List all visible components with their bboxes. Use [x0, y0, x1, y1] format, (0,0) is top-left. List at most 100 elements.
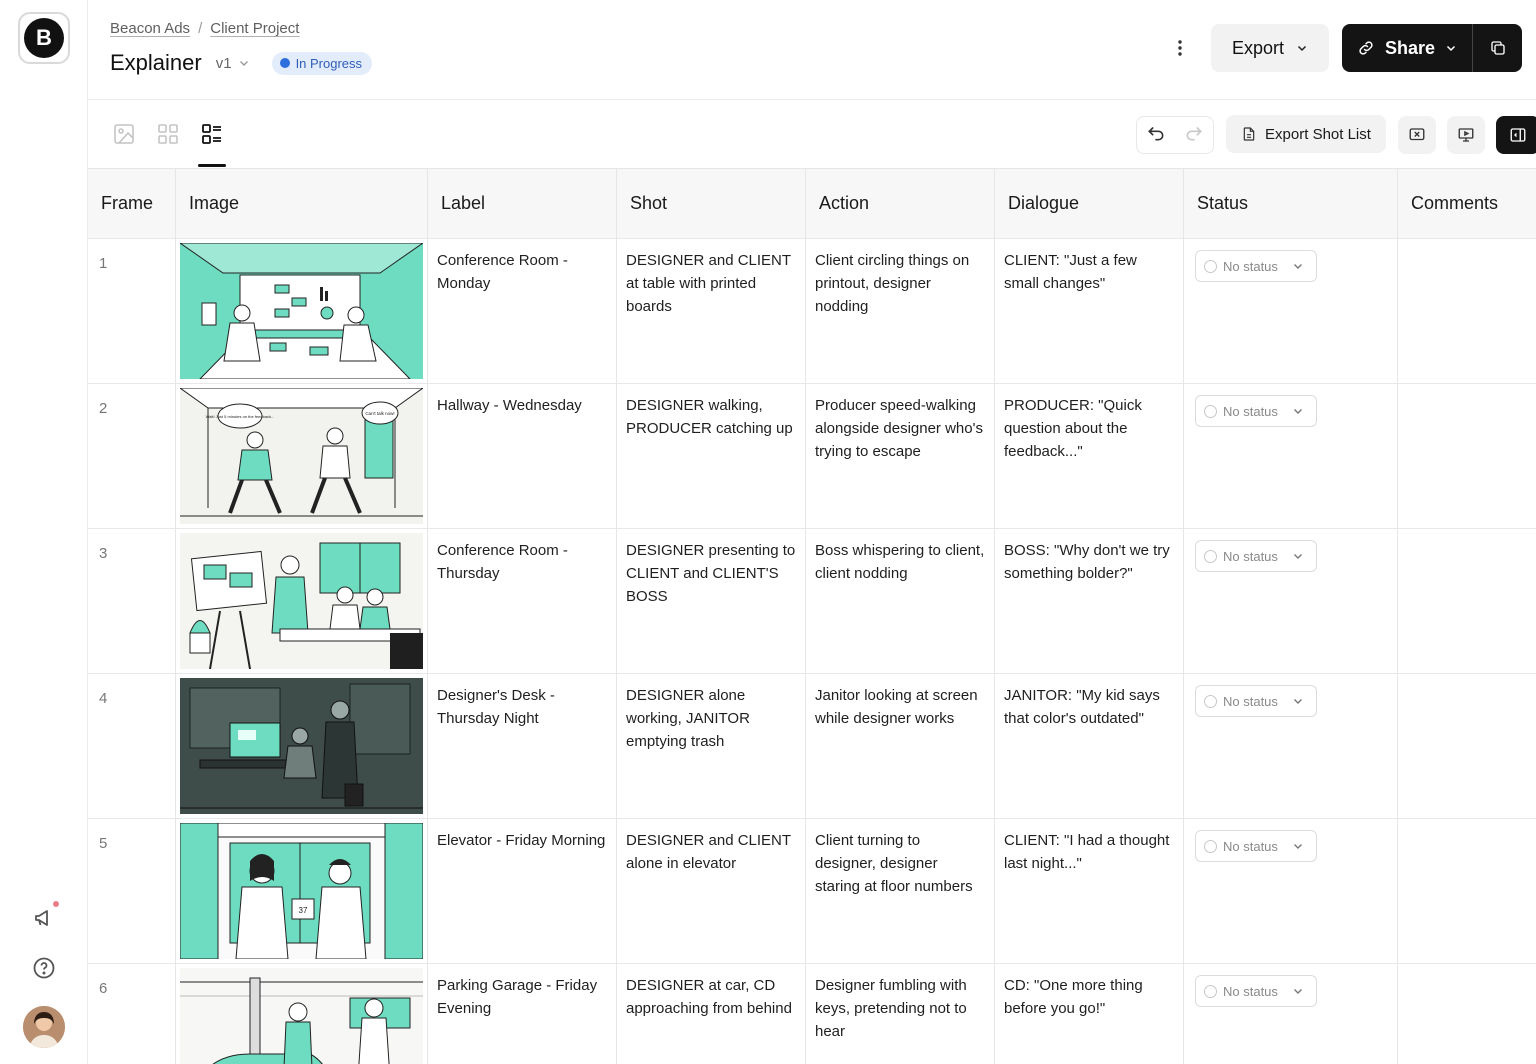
action-cell[interactable]: Producer speed-walking alongside designe… [806, 384, 995, 528]
status-label: No status [1223, 838, 1278, 854]
status-label: No status [1223, 983, 1278, 999]
storyboard-thumbnail[interactable] [180, 968, 423, 1064]
label-cell[interactable]: Parking Garage - Friday Evening [428, 964, 617, 1064]
frame-image-cell[interactable] [176, 239, 428, 383]
notification-dot [52, 900, 60, 908]
status-dropdown[interactable]: No status [1195, 830, 1317, 862]
status-dropdown[interactable]: No status [1195, 250, 1317, 282]
action-cell[interactable]: Janitor looking at screen while designer… [806, 674, 995, 818]
copy-link-button[interactable] [1472, 24, 1522, 72]
more-options-icon[interactable] [1168, 36, 1192, 60]
status-dropdown[interactable]: No status [1195, 540, 1317, 572]
comments-cell[interactable] [1398, 819, 1536, 963]
breadcrumb-project[interactable]: Client Project [210, 20, 299, 37]
panel-toggle-button[interactable] [1496, 116, 1536, 154]
column-header-frame[interactable]: Frame [88, 169, 176, 238]
table-row[interactable]: 3 Conference Room - Thursday DESIGNER pr… [88, 529, 1536, 674]
action-cell[interactable]: Designer fumbling with keys, pretending … [806, 964, 995, 1064]
shot-cell[interactable]: DESIGNER and CLIENT alone in elevator [617, 819, 806, 963]
export-shot-list-button[interactable]: Export Shot List [1226, 115, 1386, 153]
label-cell[interactable]: Hallway - Wednesday [428, 384, 617, 528]
storyboard-thumbnail[interactable] [180, 243, 423, 379]
status-dropdown[interactable]: No status [1195, 685, 1317, 717]
comments-cell[interactable] [1398, 964, 1536, 1064]
frame-image-cell[interactable] [176, 674, 428, 818]
redo-icon[interactable] [1184, 123, 1204, 148]
breadcrumb-workspace[interactable]: Beacon Ads [110, 20, 190, 37]
present-button[interactable] [1447, 116, 1485, 154]
user-avatar[interactable] [23, 1006, 65, 1048]
comments-cell[interactable] [1398, 384, 1536, 528]
announcements-icon[interactable] [30, 900, 60, 932]
help-icon[interactable] [30, 954, 58, 982]
status-cell: No status [1184, 239, 1398, 383]
frame-image-cell[interactable]: 37 [176, 819, 428, 963]
status-cell: No status [1184, 819, 1398, 963]
version-selector[interactable]: v1 [216, 55, 250, 72]
storyboard-thumbnail[interactable]: Wait! Just 5 minutes on the feedback... … [180, 388, 423, 524]
image-view-icon[interactable] [110, 120, 138, 148]
chevron-down-icon [1293, 264, 1302, 269]
comments-cell[interactable] [1398, 529, 1536, 673]
frame-number: 3 [88, 529, 176, 673]
view-toolbar: Export Shot List [88, 100, 1536, 169]
chevron-down-icon [1297, 45, 1307, 52]
label-cell[interactable]: Elevator - Friday Morning [428, 819, 617, 963]
grid-view-icon[interactable] [154, 120, 182, 148]
comments-cell[interactable] [1398, 239, 1536, 383]
table-row[interactable]: 2 Wait! Just 5 minutes on the feedback..… [88, 384, 1536, 529]
storyboard-thumbnail[interactable] [180, 533, 423, 669]
shot-cell[interactable]: DESIGNER presenting to CLIENT and CLIENT… [617, 529, 806, 673]
storyboard-thumbnail[interactable]: 37 [180, 823, 423, 959]
link-icon [1359, 41, 1373, 55]
comments-cell[interactable] [1398, 674, 1536, 818]
status-cell: No status [1184, 384, 1398, 528]
dialogue-cell[interactable]: CLIENT: "Just a few small changes" [995, 239, 1184, 383]
export-label: Export [1231, 37, 1285, 58]
dialogue-cell[interactable]: PRODUCER: "Quick question about the feed… [995, 384, 1184, 528]
column-header-action[interactable]: Action [806, 169, 995, 238]
column-header-comments[interactable]: Comments [1398, 169, 1536, 238]
status-label: No status [1223, 548, 1278, 564]
dialogue-cell[interactable]: BOSS: "Why don't we try something bolder… [995, 529, 1184, 673]
page-title: Explainer [110, 50, 202, 75]
storyboard-thumbnail[interactable] [180, 678, 423, 814]
column-header-dialogue[interactable]: Dialogue [995, 169, 1184, 238]
export-button[interactable]: Export [1211, 24, 1329, 72]
table-row[interactable]: 1 Conference Room - Monday DESIGNER and … [88, 239, 1536, 384]
dialogue-cell[interactable]: CLIENT: "I had a thought last night..." [995, 819, 1184, 963]
frame-image-cell[interactable]: Wait! Just 5 minutes on the feedback... … [176, 384, 428, 528]
column-header-status[interactable]: Status [1184, 169, 1398, 238]
column-header-label[interactable]: Label [428, 169, 617, 238]
action-cell[interactable]: Client circling things on printout, desi… [806, 239, 995, 383]
speech-bubble-left: Wait! Just 5 minutes on the feedback... [206, 414, 275, 419]
list-view-icon[interactable] [198, 120, 226, 148]
undo-icon[interactable] [1146, 123, 1166, 148]
dialogue-cell[interactable]: CD: "One more thing before you go!" [995, 964, 1184, 1064]
dialogue-cell[interactable]: JANITOR: "My kid says that color's outda… [995, 674, 1184, 818]
table-row[interactable]: 6 Parking Garage - Friday Evening DESIGN… [88, 964, 1536, 1064]
action-cell[interactable]: Client turning to designer, designer sta… [806, 819, 995, 963]
comments-toggle-button[interactable] [1398, 116, 1436, 154]
column-header-shot[interactable]: Shot [617, 169, 806, 238]
shot-cell[interactable]: DESIGNER alone working, JANITOR emptying… [617, 674, 806, 818]
action-cell[interactable]: Boss whispering to client, client noddin… [806, 529, 995, 673]
status-dropdown[interactable]: No status [1195, 395, 1317, 427]
table-row[interactable]: 4 Designer's Desk - Thursday Night DESIG… [88, 674, 1536, 819]
workspace-logo[interactable]: B [18, 12, 70, 64]
frame-image-cell[interactable] [176, 964, 428, 1064]
shot-cell[interactable]: DESIGNER walking, PRODUCER catching up [617, 384, 806, 528]
status-badge[interactable]: In Progress [271, 51, 373, 75]
frame-image-cell[interactable] [176, 529, 428, 673]
label-cell[interactable]: Conference Room - Monday [428, 239, 617, 383]
share-button[interactable]: Share [1342, 24, 1472, 72]
presentation-icon [1458, 128, 1474, 142]
status-cell: No status [1184, 529, 1398, 673]
column-header-image[interactable]: Image [176, 169, 428, 238]
shot-cell[interactable]: DESIGNER and CLIENT at table with printe… [617, 239, 806, 383]
label-cell[interactable]: Conference Room - Thursday [428, 529, 617, 673]
shot-cell[interactable]: DESIGNER at car, CD approaching from beh… [617, 964, 806, 1064]
table-row[interactable]: 5 37 Elevator - Friday Morning DESIGNER … [88, 819, 1536, 964]
status-dropdown[interactable]: No status [1195, 975, 1317, 1007]
label-cell[interactable]: Designer's Desk - Thursday Night [428, 674, 617, 818]
